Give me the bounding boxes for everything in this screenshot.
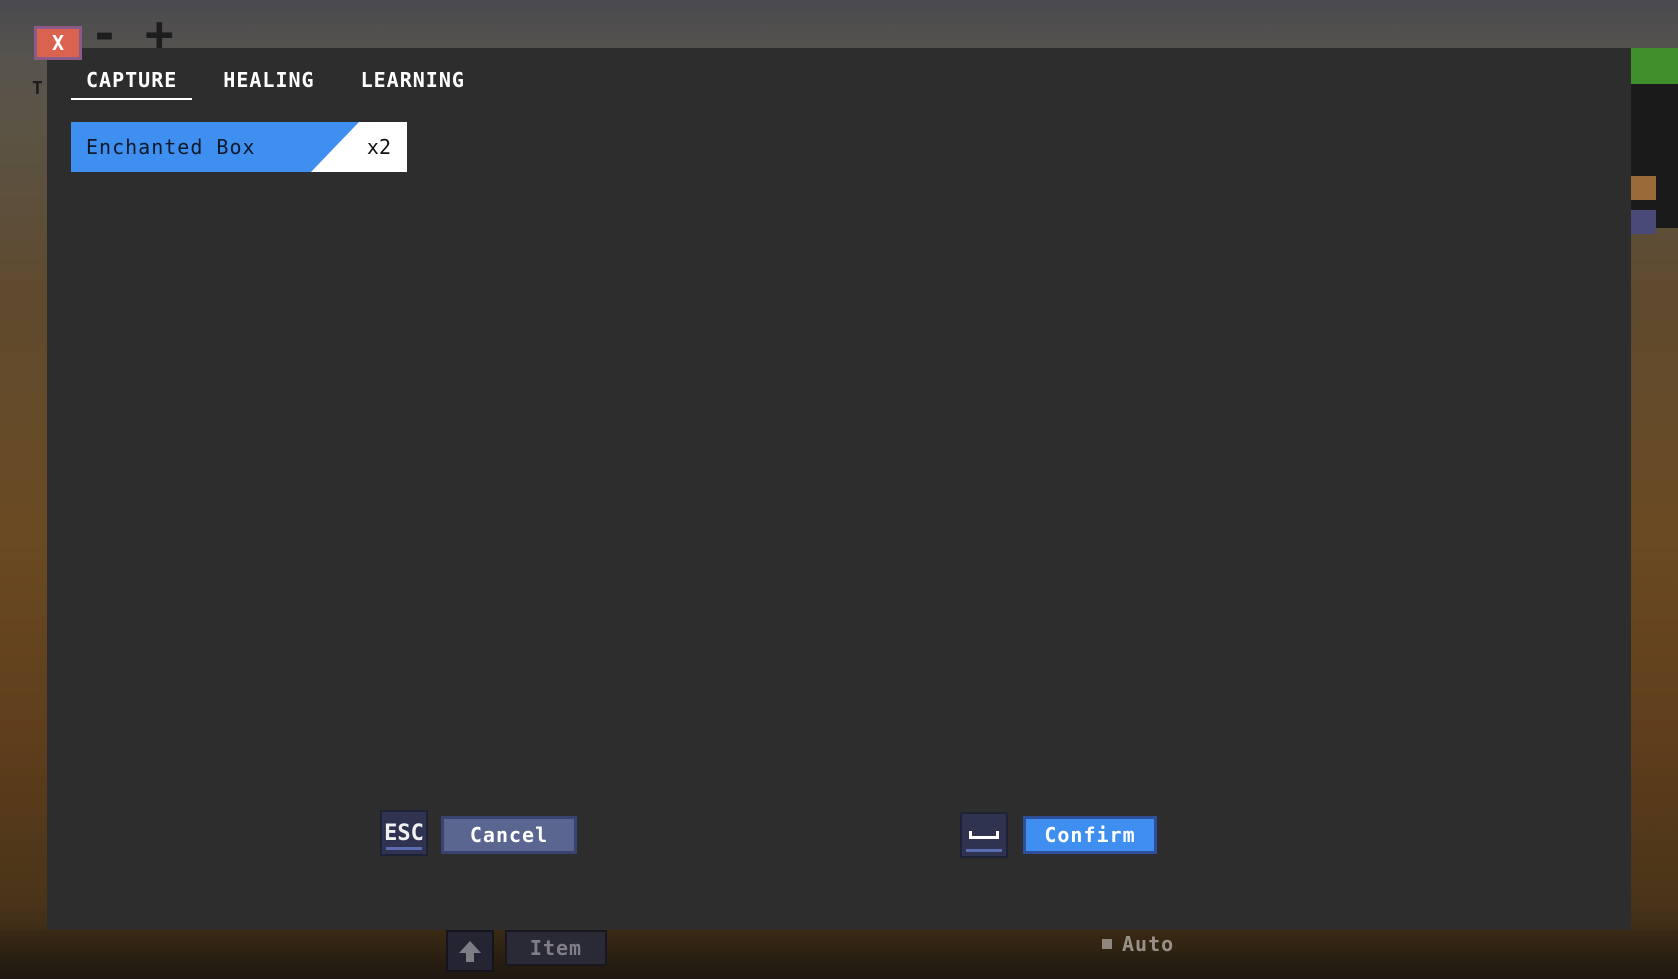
background-letter: T: [32, 78, 43, 99]
esc-key-icon: ESC: [380, 810, 428, 856]
auto-indicator-icon: [1102, 939, 1112, 949]
hud-auto-toggle[interactable]: Auto: [1102, 932, 1174, 956]
space-bar-glyph: [969, 831, 999, 839]
close-icon: X: [51, 31, 65, 55]
hud-item-button[interactable]: Item: [505, 930, 607, 966]
up-arrow-icon: [459, 941, 481, 962]
tab-capture[interactable]: CAPTURE: [71, 64, 193, 100]
confirm-button[interactable]: Confirm: [1023, 816, 1157, 854]
space-key-icon: [960, 812, 1008, 858]
ground-strip: [0, 930, 1678, 979]
close-button[interactable]: X: [34, 26, 82, 60]
tab-healing[interactable]: HEALING: [208, 64, 329, 100]
item-category-tabs: CAPTURE HEALING LEARNING: [71, 64, 496, 100]
item-dialog: CAPTURE HEALING LEARNING Enchanted Box x…: [47, 48, 1631, 930]
cancel-button[interactable]: Cancel: [441, 816, 577, 854]
auto-label: Auto: [1122, 932, 1175, 956]
background-scenery: [1630, 48, 1678, 234]
dirt-block: [1630, 176, 1656, 200]
stone-block: [1630, 210, 1656, 234]
item-name: Enchanted Box: [71, 122, 359, 172]
item-entry-enchanted-box[interactable]: Enchanted Box x2: [71, 122, 407, 172]
up-arrow-key-icon: [446, 930, 494, 972]
grass-block: [1630, 48, 1678, 84]
tab-learning[interactable]: LEARNING: [346, 64, 480, 100]
